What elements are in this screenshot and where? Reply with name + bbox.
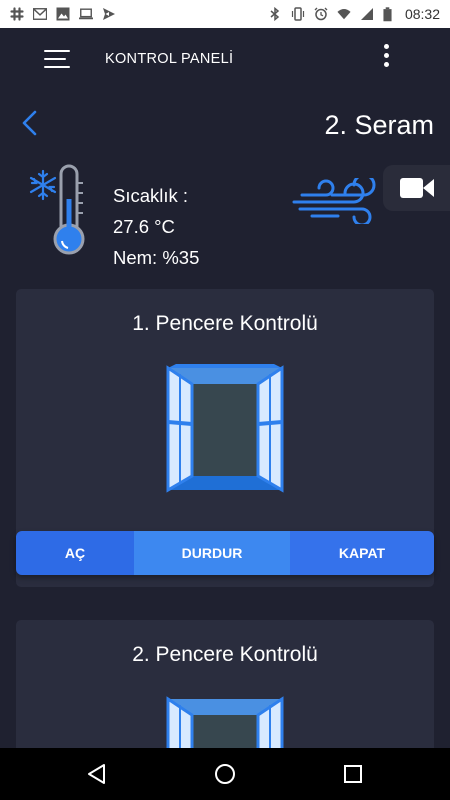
gallery-icon bbox=[56, 7, 70, 21]
sensor-readings: Sıcaklık : 27.6 °C Nem: %35 bbox=[113, 180, 199, 273]
vibrate-icon bbox=[291, 7, 305, 21]
alarm-icon bbox=[314, 7, 328, 21]
stop-window-button[interactable]: DURDUR bbox=[134, 531, 290, 575]
status-bar: 08:32 bbox=[0, 0, 450, 28]
app-bar: KONTROL PANELİ bbox=[0, 28, 450, 90]
system-nav-bar bbox=[0, 748, 450, 800]
bluetooth-icon bbox=[270, 7, 280, 21]
more-vertical-icon[interactable] bbox=[380, 44, 394, 70]
slack-icon bbox=[10, 7, 24, 21]
camera-button[interactable] bbox=[383, 165, 450, 211]
open-window-button[interactable]: AÇ bbox=[16, 531, 134, 575]
chevron-left-icon[interactable] bbox=[18, 108, 42, 138]
nav-recents-icon[interactable] bbox=[341, 762, 365, 786]
signal-icon bbox=[360, 8, 373, 20]
nav-home-icon[interactable] bbox=[213, 762, 237, 786]
temperature-label: Sıcaklık : bbox=[113, 185, 189, 206]
humidity-value: Nem: %35 bbox=[113, 247, 200, 268]
page-title: 2. Seram bbox=[324, 110, 434, 140]
laptop-icon bbox=[79, 8, 93, 20]
wind-icon bbox=[292, 178, 376, 224]
gmail-icon bbox=[33, 8, 47, 20]
app-bar-title: KONTROL PANELİ bbox=[105, 51, 234, 67]
window-control-title-2: 2. Pencere Kontrolü bbox=[132, 643, 318, 666]
close-window-button[interactable]: KAPAT bbox=[290, 531, 434, 575]
nav-back-icon[interactable] bbox=[85, 762, 109, 786]
wifi-icon bbox=[337, 8, 351, 20]
battery-icon bbox=[383, 6, 392, 21]
status-bar-system: 08:32 bbox=[268, 6, 440, 22]
temperature-value: 27.6 °C bbox=[113, 216, 175, 237]
hamburger-menu-icon[interactable] bbox=[44, 50, 70, 70]
status-bar-notifications bbox=[10, 7, 116, 21]
open-window-icon bbox=[166, 364, 284, 493]
window-control-card-1: 1. Pencere Kontrolü AÇ DURDUR KAPAT bbox=[16, 289, 434, 587]
screen: 08:32 KONTROL PANELİ 2. Seram Sıcaklık:… bbox=[0, 0, 450, 800]
window-control-buttons-1: AÇ DURDUR KAPAT bbox=[16, 531, 434, 575]
video-camera-icon bbox=[399, 178, 434, 198]
thermometer-snowflake-icon bbox=[29, 164, 85, 255]
status-bar-time: 08:32 bbox=[404, 6, 440, 22]
window-control-title-1: 1. Pencere Kontrolü bbox=[132, 312, 318, 335]
send-icon bbox=[103, 8, 115, 20]
